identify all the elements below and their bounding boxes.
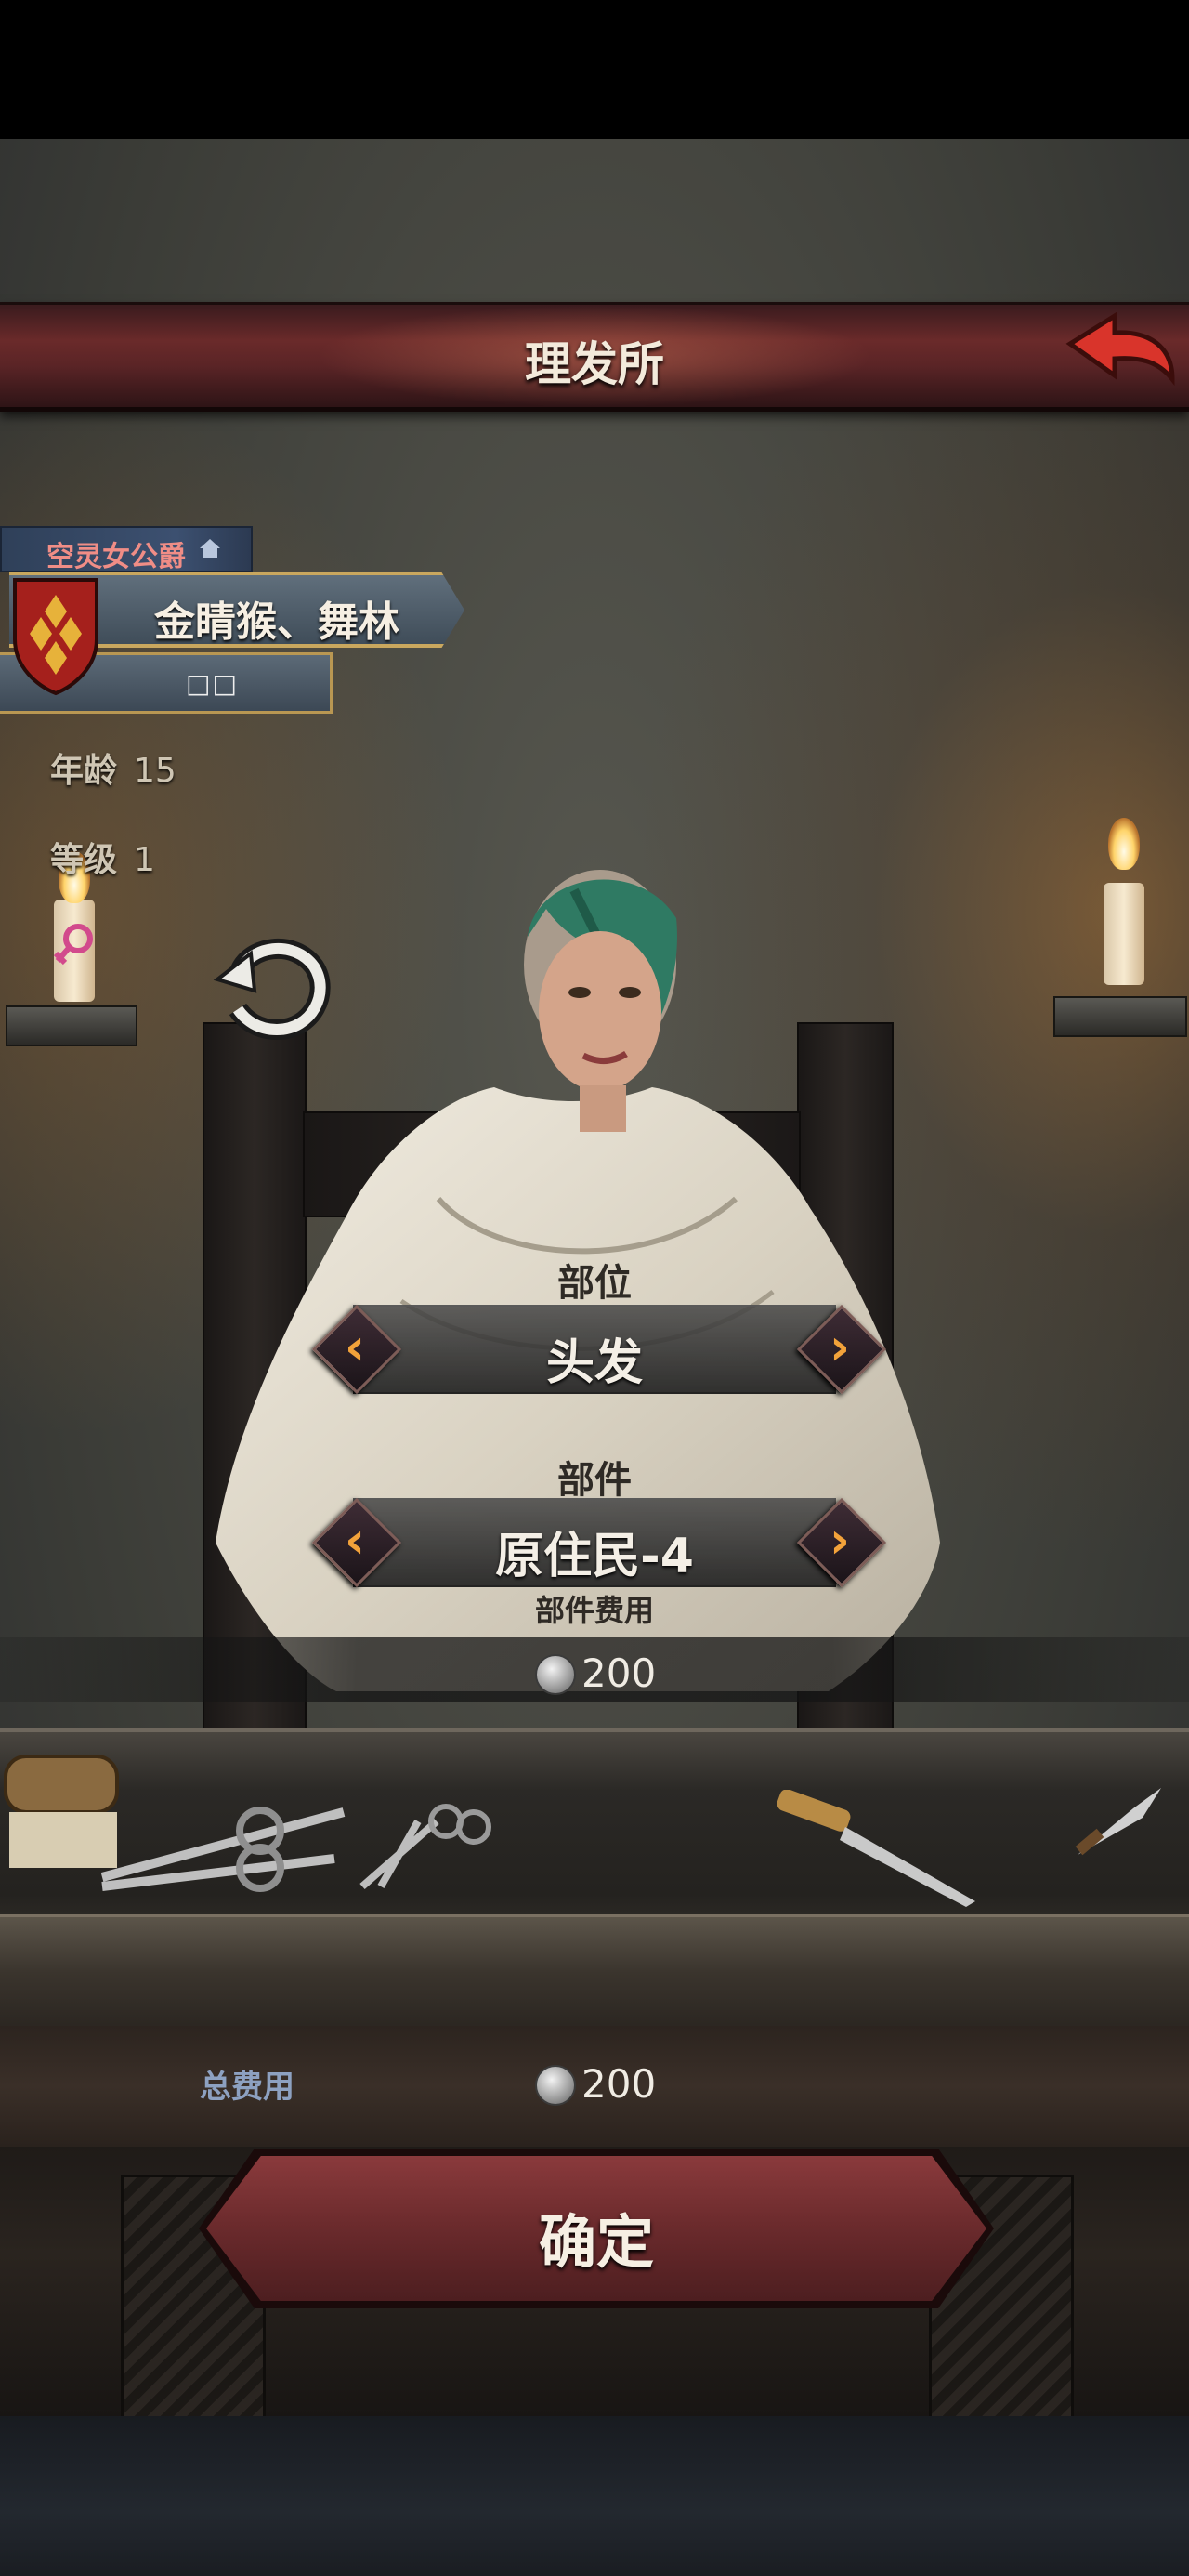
small-scissors-icon bbox=[359, 1804, 491, 1890]
female-icon bbox=[53, 924, 93, 966]
rotate-icon[interactable] bbox=[212, 926, 333, 1046]
stat-age: 年龄 15 bbox=[50, 743, 176, 792]
chevron-right-icon: › bbox=[829, 1511, 851, 1570]
chevron-left-icon: ‹ bbox=[344, 1318, 366, 1376]
part-next-button[interactable]: › bbox=[796, 1497, 887, 1588]
stat-age-label: 年龄 bbox=[50, 752, 118, 790]
chevron-left-icon: ‹ bbox=[344, 1511, 366, 1570]
back-arrow-icon[interactable] bbox=[1065, 305, 1176, 398]
silver-coin-icon bbox=[535, 1654, 576, 1695]
page-title: 理发所 bbox=[525, 337, 664, 391]
slot-value: 头发 bbox=[545, 1335, 643, 1391]
slot-selector: 头发 bbox=[353, 1305, 836, 1394]
slot-label: 部位 bbox=[557, 1262, 632, 1305]
slot-prev-button[interactable]: ‹ bbox=[311, 1304, 402, 1395]
title-bar: 理发所 bbox=[0, 302, 1189, 412]
stat-age-value: 15 bbox=[134, 752, 176, 790]
total-cost-value: 200 bbox=[581, 2061, 657, 2107]
character-portrait bbox=[524, 870, 677, 1132]
part-cost-label: 部件费用 bbox=[534, 1593, 654, 1628]
left-candle-shelf bbox=[6, 1005, 137, 1046]
right-candle bbox=[1104, 883, 1144, 985]
part-value: 原住民-4 bbox=[495, 1529, 694, 1584]
right-candle-shelf bbox=[1053, 996, 1187, 1037]
rank-title-tag: 空灵女公爵 bbox=[0, 526, 253, 573]
confirm-button[interactable]: 确定 bbox=[206, 2156, 986, 2301]
silver-coin-icon bbox=[535, 2065, 576, 2106]
chevron-right-icon: › bbox=[829, 1318, 851, 1376]
total-cost-label: 总费用 bbox=[200, 2069, 294, 2106]
stat-level: 等级 1 bbox=[50, 833, 155, 881]
razor-icon bbox=[777, 1790, 975, 1907]
house-shield-icon bbox=[13, 578, 98, 696]
part-prev-button[interactable]: ‹ bbox=[311, 1497, 402, 1588]
table-edge bbox=[0, 1914, 1189, 2029]
stat-level-value: 1 bbox=[134, 841, 155, 879]
right-candle-flame bbox=[1108, 818, 1140, 870]
character-subtitle: □□ bbox=[186, 668, 239, 699]
part-label: 部件 bbox=[557, 1459, 632, 1502]
part-cost-value: 200 bbox=[581, 1650, 657, 1696]
character-name: 金睛猴、舞林 bbox=[154, 598, 399, 646]
bottom-backdrop bbox=[0, 2416, 1189, 2576]
home-icon bbox=[200, 539, 220, 558]
rank-title: 空灵女公爵 bbox=[46, 541, 186, 573]
large-scissors-icon bbox=[100, 1807, 346, 1892]
stat-level-label: 等级 bbox=[50, 841, 118, 879]
knife-icon bbox=[1075, 1788, 1161, 1856]
part-selector: 原住民-4 bbox=[353, 1498, 836, 1587]
slot-next-button[interactable]: › bbox=[796, 1304, 887, 1395]
confirm-label: 确定 bbox=[538, 2208, 654, 2276]
